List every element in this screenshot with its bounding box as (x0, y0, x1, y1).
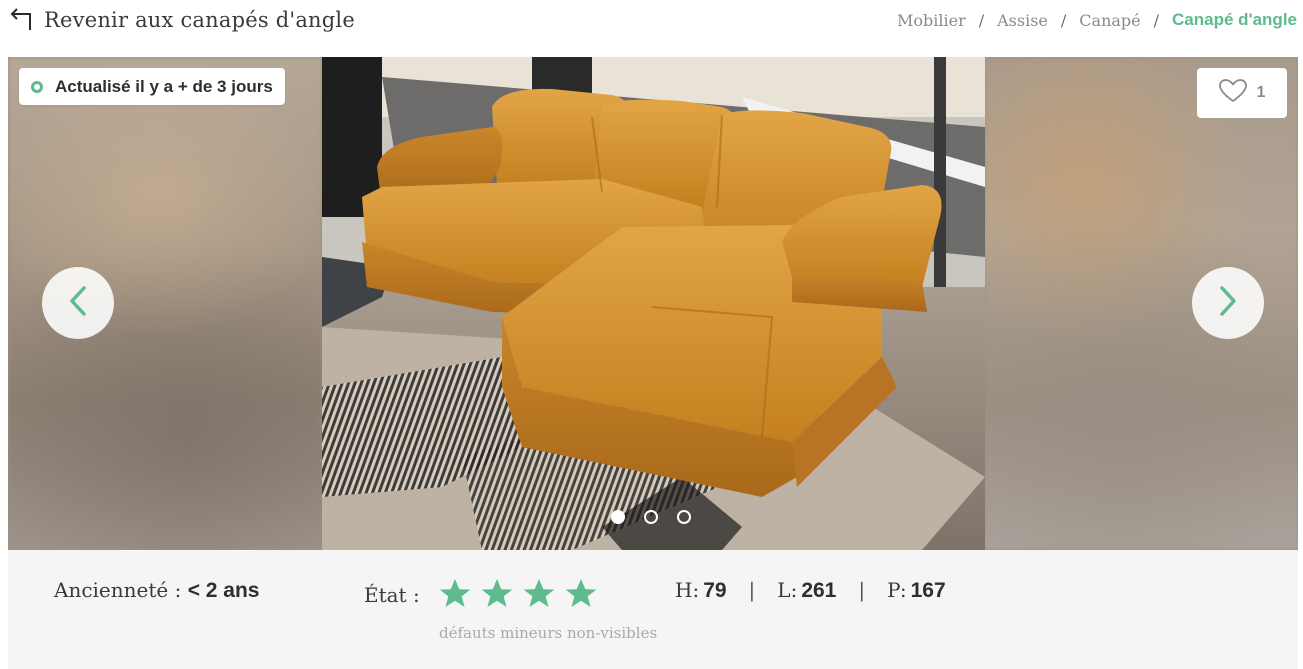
breadcrumb-assise[interactable]: Assise (997, 11, 1048, 30)
state-description: défauts mineurs non-visibles (439, 624, 658, 642)
star-icon (439, 579, 471, 607)
chevron-right-icon (1217, 285, 1239, 321)
state-rating (438, 577, 606, 611)
length-value: 261 (801, 579, 837, 602)
age-spec: Ancienneté : < 2 ans (54, 578, 260, 603)
depth-label: P: (887, 578, 907, 602)
star-icon (481, 579, 513, 607)
breadcrumb-mobilier[interactable]: Mobilier (897, 11, 966, 30)
top-bar: Revenir aux canapés d'angle Mobilier / A… (0, 0, 1303, 40)
breadcrumb-separator: / (978, 10, 985, 30)
product-photo[interactable] (322, 57, 985, 550)
breadcrumb-current: Canapé d'angle (1172, 10, 1297, 29)
breadcrumb-separator: / (1060, 10, 1067, 30)
length-label: L: (777, 578, 798, 602)
star-icon (565, 579, 597, 607)
slide-indicators (611, 510, 710, 524)
breadcrumb: Mobilier / Assise / Canapé / Canapé d'an… (897, 8, 1297, 32)
back-link[interactable]: Revenir aux canapés d'angle (8, 6, 355, 34)
dimension-divider: | (748, 578, 756, 602)
state-label: État : (364, 583, 420, 607)
breadcrumb-separator: / (1153, 10, 1160, 30)
age-value: < 2 ans (187, 579, 260, 602)
next-slide-button[interactable] (1192, 267, 1264, 339)
depth-value: 167 (910, 579, 946, 602)
previous-slide-button[interactable] (42, 267, 114, 339)
height-label: H: (675, 578, 700, 602)
height-value: 79 (703, 579, 727, 602)
circle-status-icon (31, 80, 43, 93)
chevron-left-icon (67, 285, 89, 321)
like-button[interactable]: 1 (1197, 68, 1287, 118)
slide-dot-1[interactable] (611, 510, 625, 524)
return-arrow-icon (8, 8, 34, 32)
star-icon (523, 579, 555, 607)
product-gallery: Actualisé il y a + de 3 jours 1 (8, 57, 1298, 550)
update-label: Actualisé il y a + de 3 jours (55, 76, 273, 96)
product-specs: Ancienneté : < 2 ans État : défauts mine… (8, 550, 1298, 669)
slide-dot-2[interactable] (644, 510, 658, 524)
update-badge: Actualisé il y a + de 3 jours (19, 68, 285, 105)
dimension-divider: | (858, 578, 866, 602)
age-label: Ancienneté : (54, 578, 182, 602)
dimensions: H: 79 | L: 261 | P: 167 (675, 578, 946, 603)
back-label: Revenir aux canapés d'angle (44, 8, 355, 32)
slide-dot-3[interactable] (677, 510, 691, 524)
heart-icon (1218, 79, 1247, 107)
breadcrumb-canape[interactable]: Canapé (1079, 11, 1140, 30)
like-count: 1 (1256, 84, 1266, 101)
